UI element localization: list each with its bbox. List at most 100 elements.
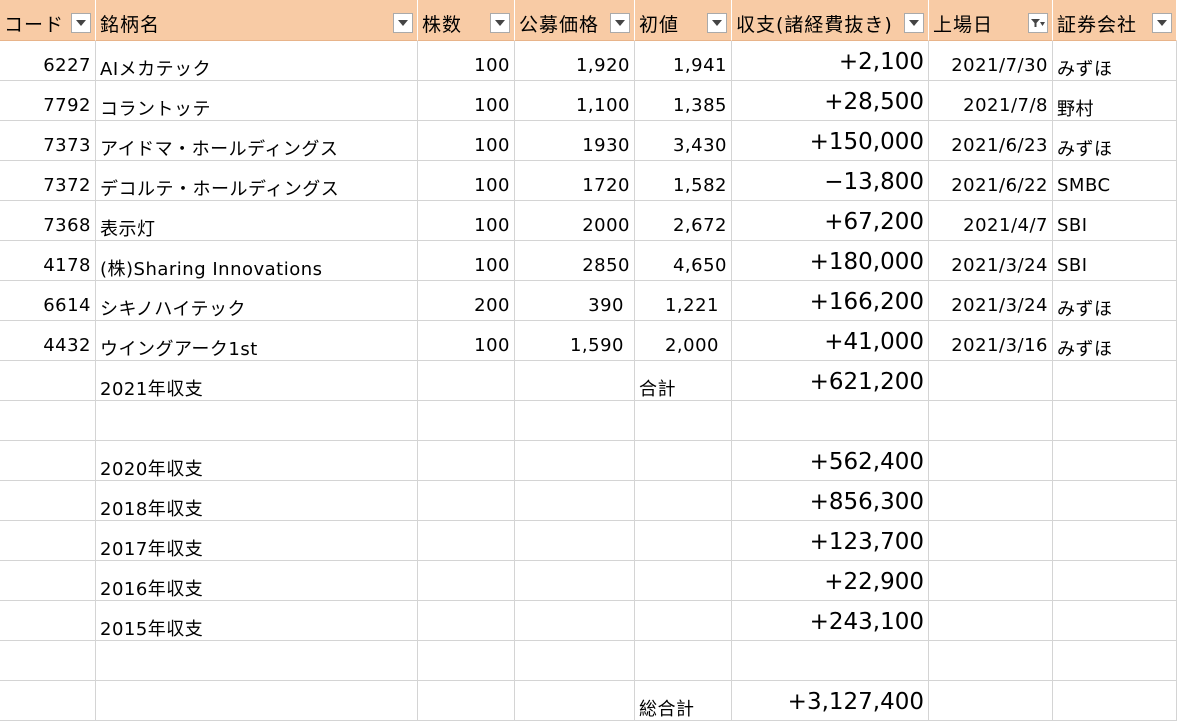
cell-offer[interactable] — [515, 361, 635, 401]
cell-offer[interactable] — [515, 521, 635, 561]
cell-broker[interactable]: みずほ — [1053, 41, 1177, 81]
cell-name[interactable] — [96, 681, 418, 721]
cell-offer[interactable]: 1,100 — [515, 81, 635, 121]
cell-code[interactable]: 7792 — [0, 81, 96, 121]
cell-date[interactable] — [929, 361, 1053, 401]
cell-date[interactable]: 2021/3/24 — [929, 241, 1053, 281]
cell-code[interactable]: 4432 — [0, 321, 96, 361]
cell-date[interactable]: 2021/3/16 — [929, 321, 1053, 361]
cell-first[interactable]: 合計 — [635, 361, 732, 401]
cell-first[interactable] — [635, 641, 732, 681]
cell-broker[interactable] — [1053, 361, 1177, 401]
cell-name[interactable]: (株)Sharing Innovations — [96, 241, 418, 281]
cell-offer[interactable]: 2850 — [515, 241, 635, 281]
cell-offer[interactable] — [515, 681, 635, 721]
cell-shares[interactable]: 200 — [418, 281, 515, 321]
cell-name[interactable]: 2020年収支 — [96, 441, 418, 481]
cell-first[interactable] — [635, 401, 732, 441]
cell-first[interactable] — [635, 561, 732, 601]
cell-name[interactable]: 2021年収支 — [96, 361, 418, 401]
cell-code[interactable]: 6614 — [0, 281, 96, 321]
cell-shares[interactable] — [418, 481, 515, 521]
cell-offer[interactable] — [515, 481, 635, 521]
cell-first[interactable]: 1,941 — [635, 41, 732, 81]
cell-date[interactable] — [929, 681, 1053, 721]
cell-code[interactable]: 7372 — [0, 161, 96, 201]
cell-broker[interactable] — [1053, 521, 1177, 561]
cell-broker[interactable] — [1053, 561, 1177, 601]
cell-date[interactable] — [929, 401, 1053, 441]
cell-shares[interactable] — [418, 681, 515, 721]
cell-profit[interactable]: +621,200 — [732, 361, 929, 401]
cell-shares[interactable]: 100 — [418, 201, 515, 241]
cell-code[interactable] — [0, 401, 96, 441]
cell-broker[interactable] — [1053, 601, 1177, 641]
header-broker[interactable]: 証券会社 — [1053, 0, 1177, 41]
header-name[interactable]: 銘柄名 — [96, 0, 418, 41]
cell-date[interactable]: 2021/6/23 — [929, 121, 1053, 161]
cell-name[interactable]: 2018年収支 — [96, 481, 418, 521]
cell-profit[interactable]: +562,400 — [732, 441, 929, 481]
cell-date[interactable]: 2021/4/7 — [929, 201, 1053, 241]
cell-first[interactable] — [635, 521, 732, 561]
header-offer-price[interactable]: 公募価格 — [515, 0, 635, 41]
cell-code[interactable] — [0, 601, 96, 641]
filter-shares-button[interactable] — [490, 13, 510, 33]
filter-listing-date-button[interactable] — [1028, 13, 1048, 33]
cell-code[interactable] — [0, 481, 96, 521]
cell-profit[interactable] — [732, 401, 929, 441]
cell-code[interactable] — [0, 441, 96, 481]
cell-offer[interactable]: 1,920 — [515, 41, 635, 81]
cell-broker[interactable] — [1053, 481, 1177, 521]
cell-name[interactable]: アイドマ・ホールディングス — [96, 121, 418, 161]
cell-name[interactable]: 表示灯 — [96, 201, 418, 241]
cell-offer[interactable] — [515, 601, 635, 641]
cell-date[interactable] — [929, 601, 1053, 641]
cell-profit[interactable]: +2,100 — [732, 41, 929, 81]
cell-date[interactable] — [929, 641, 1053, 681]
cell-shares[interactable]: 100 — [418, 121, 515, 161]
cell-profit[interactable]: +856,300 — [732, 481, 929, 521]
cell-profit[interactable]: +67,200 — [732, 201, 929, 241]
cell-first[interactable] — [635, 441, 732, 481]
filter-code-button[interactable] — [71, 13, 91, 33]
cell-date[interactable] — [929, 441, 1053, 481]
cell-shares[interactable] — [418, 561, 515, 601]
header-listing-date[interactable]: 上場日 — [929, 0, 1053, 41]
cell-name[interactable]: デコルテ・ホールディングス — [96, 161, 418, 201]
cell-profit[interactable]: +22,900 — [732, 561, 929, 601]
cell-code[interactable] — [0, 361, 96, 401]
cell-first[interactable]: 4,650 — [635, 241, 732, 281]
cell-broker[interactable]: みずほ — [1053, 321, 1177, 361]
cell-shares[interactable] — [418, 641, 515, 681]
cell-name[interactable] — [96, 401, 418, 441]
cell-profit[interactable] — [732, 641, 929, 681]
cell-date[interactable]: 2021/7/30 — [929, 41, 1053, 81]
cell-first[interactable]: 2,672 — [635, 201, 732, 241]
cell-broker[interactable]: SMBC — [1053, 161, 1177, 201]
cell-date[interactable]: 2021/3/24 — [929, 281, 1053, 321]
header-shares[interactable]: 株数 — [418, 0, 515, 41]
header-code[interactable]: コード — [0, 0, 96, 41]
cell-code[interactable] — [0, 521, 96, 561]
cell-broker[interactable]: SBI — [1053, 201, 1177, 241]
cell-broker[interactable]: 野村 — [1053, 81, 1177, 121]
filter-name-button[interactable] — [393, 13, 413, 33]
cell-offer[interactable] — [515, 641, 635, 681]
cell-name[interactable]: AIメカテック — [96, 41, 418, 81]
cell-profit[interactable]: +180,000 — [732, 241, 929, 281]
cell-broker[interactable]: みずほ — [1053, 281, 1177, 321]
cell-offer[interactable]: 1720 — [515, 161, 635, 201]
cell-name[interactable]: シキノハイテック — [96, 281, 418, 321]
cell-broker[interactable] — [1053, 681, 1177, 721]
cell-shares[interactable]: 100 — [418, 161, 515, 201]
cell-profit[interactable]: +243,100 — [732, 601, 929, 641]
cell-offer[interactable] — [515, 561, 635, 601]
cell-code[interactable] — [0, 641, 96, 681]
cell-code[interactable]: 4178 — [0, 241, 96, 281]
cell-offer[interactable]: 390 — [515, 281, 635, 321]
cell-broker[interactable] — [1053, 441, 1177, 481]
cell-shares[interactable] — [418, 361, 515, 401]
cell-profit[interactable]: +28,500 — [732, 81, 929, 121]
cell-offer[interactable]: 1,590 — [515, 321, 635, 361]
